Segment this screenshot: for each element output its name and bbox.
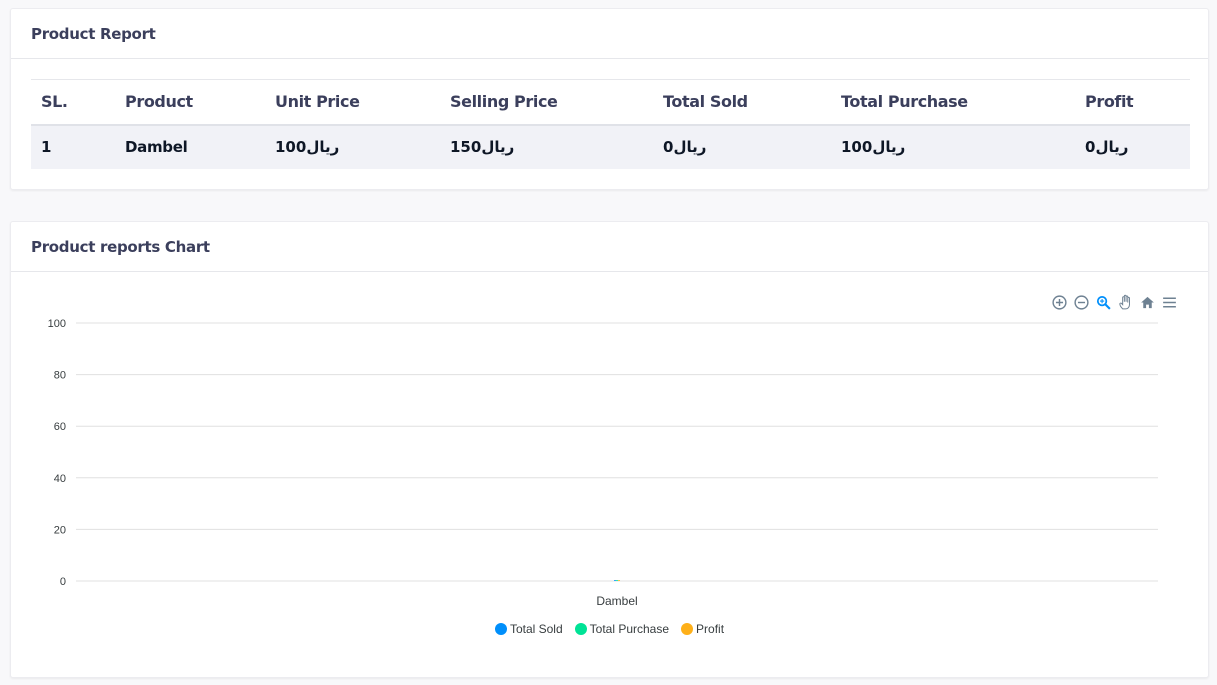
y-tick-label: 20: [54, 524, 66, 536]
legend-item-total-purchase[interactable]: Total Purchase: [574, 622, 670, 636]
x-tick-label: Dambel: [596, 594, 637, 608]
legend-label-total-sold: Total Sold: [509, 622, 563, 636]
product-report-title: Product Report: [31, 24, 156, 43]
legend-label-total-purchase: Total Purchase: [589, 622, 670, 636]
column-header-total-sold[interactable]: Total Sold: [653, 80, 831, 125]
table-row[interactable]: 1 Dambel 100ريال 150ريال 0ريال 100ريال 0…: [31, 124, 1190, 169]
y-tick-label: 100: [48, 318, 66, 330]
product-report-table-wrap: SL. Product Unit Price Selling Price Tot…: [31, 79, 1190, 169]
bar-total-purchase[interactable]: [616, 580, 618, 581]
column-header-unit-price[interactable]: Unit Price: [265, 80, 440, 125]
legend-item-total-sold[interactable]: Total Sold: [494, 622, 563, 636]
cell-sl: 1: [41, 138, 52, 156]
column-header-product[interactable]: Product: [115, 80, 265, 125]
product-report-header: Product Report: [11, 9, 1208, 59]
y-tick-label: 40: [54, 473, 66, 485]
product-chart-header: Product reports Chart: [11, 222, 1208, 272]
legend-marker-total-purchase: [574, 623, 587, 635]
cell-selling-price: 150ريال: [450, 138, 515, 156]
y-tick-label: 80: [54, 370, 66, 382]
bar-profit[interactable]: [618, 580, 620, 581]
column-header-total-purchase[interactable]: Total Purchase: [831, 80, 1075, 125]
bar-total-sold[interactable]: [614, 580, 616, 581]
product-report-card: Product Report SL. Product Unit Price Se…: [10, 8, 1209, 190]
cell-product: Dambel: [125, 138, 188, 156]
column-header-selling-price[interactable]: Selling Price: [440, 80, 653, 125]
cell-total-purchase: 100ريال: [841, 138, 906, 156]
legend-label-profit: Profit: [696, 622, 725, 636]
y-tick-label: 0: [60, 576, 66, 588]
column-header-profit[interactable]: Profit: [1075, 80, 1190, 125]
y-tick-label: 60: [54, 421, 66, 433]
chart-legend: Total Sold Total Purchase Profit: [11, 622, 1208, 636]
product-chart-title: Product reports Chart: [31, 237, 210, 256]
product-chart: 100 80 60 40 20 0 Dambel: [48, 318, 1158, 608]
legend-marker-profit: [681, 623, 694, 635]
cell-profit: 0ريال: [1085, 138, 1129, 156]
legend-item-profit[interactable]: Profit: [681, 622, 724, 636]
legend-marker-total-sold: [494, 623, 507, 635]
product-chart-card: Product reports Chart 100 80 60 40 20 0 Dambel…: [10, 221, 1209, 678]
cell-total-sold: 0ريال: [663, 138, 707, 156]
cell-unit-price: 100ريال: [275, 138, 340, 156]
table-header-row: SL. Product Unit Price Selling Price Tot…: [31, 79, 1190, 125]
product-report-table: SL. Product Unit Price Selling Price Tot…: [31, 79, 1190, 169]
column-header-sl[interactable]: SL.: [31, 80, 115, 125]
